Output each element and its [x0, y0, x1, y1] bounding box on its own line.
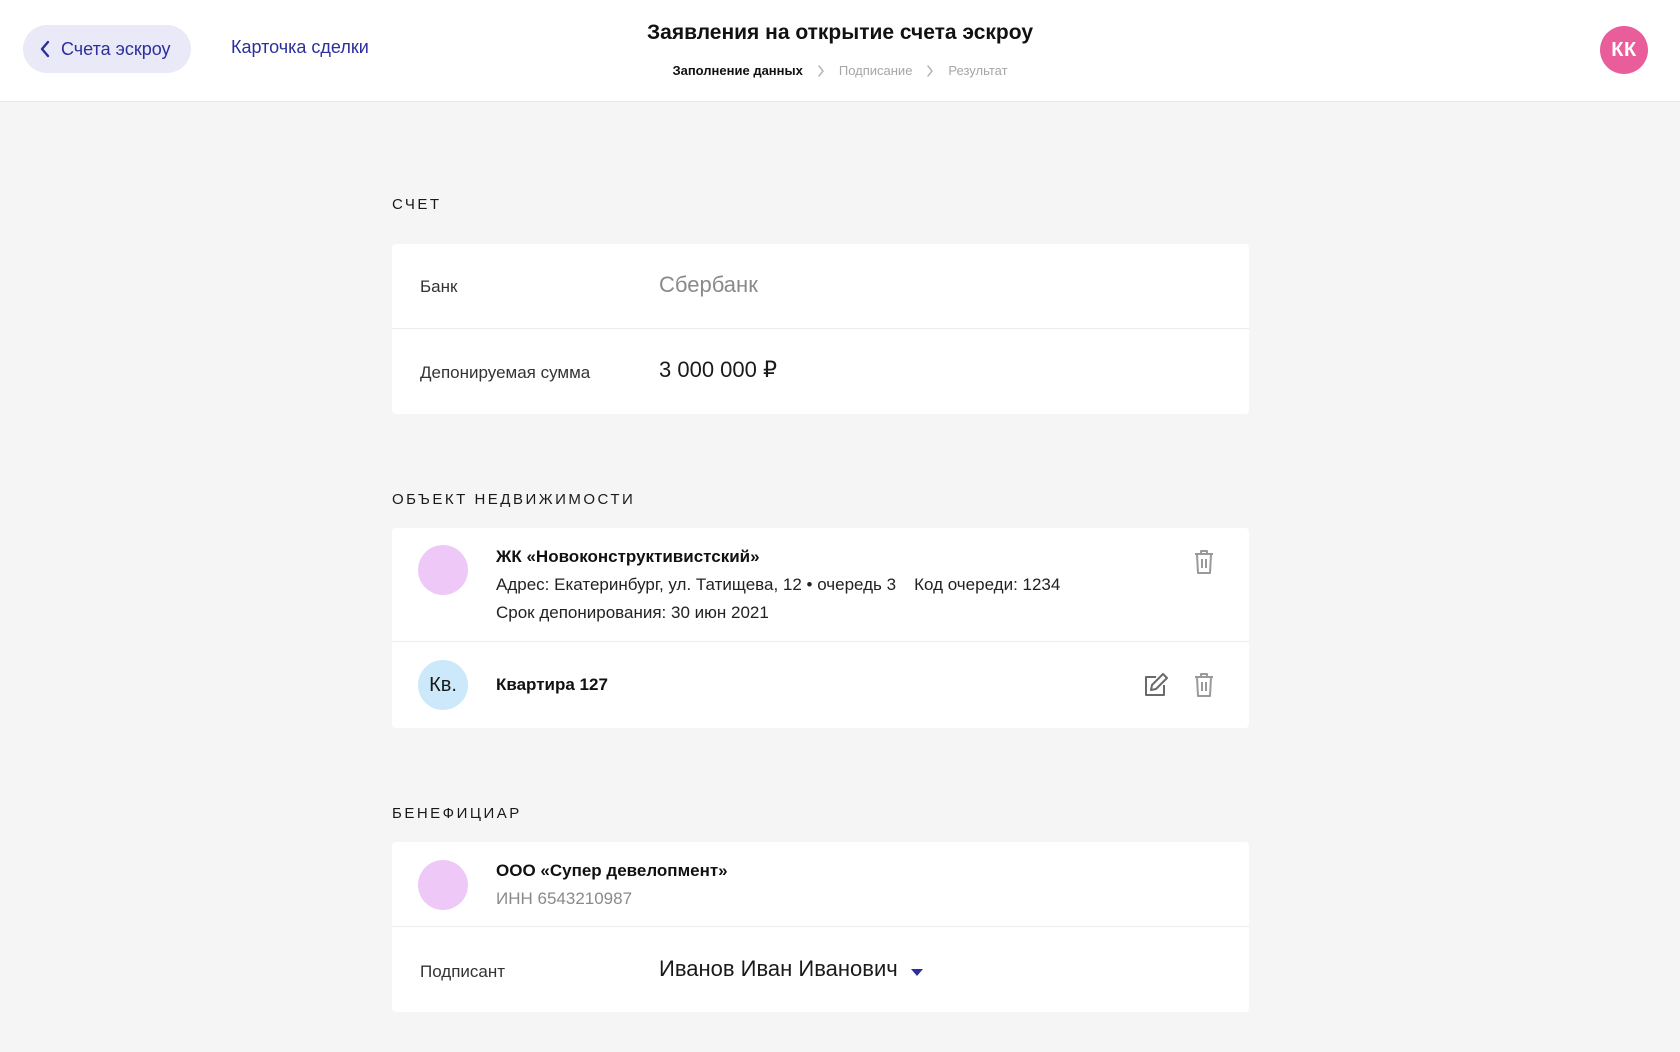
complex-name: ЖК «Новоконструктивистский» — [496, 547, 760, 566]
signer-select[interactable]: Иванов Иван Иванович — [659, 956, 924, 983]
page-title: Заявления на открытие счета эскроу — [646, 21, 1033, 44]
stepper: Заполнение данных Подписание Результат — [0, 63, 1680, 78]
signer-value: Иванов Иван Иванович — [659, 956, 898, 981]
amount-value[interactable]: 3 000 000 ₽ — [659, 357, 777, 383]
complex-avatar — [418, 545, 468, 595]
bank-row: Банк Сбербанк — [392, 244, 1249, 329]
deposit-term: Срок депонирования: 30 июн 2021 — [496, 603, 769, 622]
company-name: ООО «Супер девелопмент» — [496, 861, 728, 880]
apartment-row[interactable]: Кв. Квартира 127 — [392, 642, 1249, 728]
complex-address-line: Адрес: Екатеринбург, ул. Татищева, 12 • … — [496, 575, 1060, 595]
apartment-name: Квартира 127 — [496, 675, 608, 694]
trash-icon[interactable] — [1188, 669, 1220, 701]
edit-icon[interactable] — [1140, 669, 1172, 701]
company-row: ООО «Супер девелопмент» ИНН 6543210987 — [392, 842, 1249, 927]
account-card: Банк Сбербанк Депонируемая сумма 3 000 0… — [392, 244, 1249, 414]
signer-label: Подписант — [420, 962, 506, 981]
chevron-right-icon — [817, 64, 825, 77]
company-avatar — [418, 860, 468, 910]
trash-icon[interactable] — [1188, 546, 1220, 578]
amount-row: Депонируемая сумма 3 000 000 ₽ — [392, 329, 1249, 414]
section-title-account: СЧЕТ — [392, 196, 442, 213]
user-avatar[interactable]: КК — [1600, 26, 1648, 74]
caret-down-icon — [910, 957, 924, 983]
bank-label: Банк — [420, 277, 458, 296]
step-signing: Подписание — [838, 63, 913, 78]
signer-row: Подписант Иванов Иван Иванович — [392, 927, 1249, 1012]
top-header: Счета эскроу Карточка сделки Заявления н… — [0, 0, 1680, 102]
section-title-property: ОБЪЕКТ НЕДВИЖИМОСТИ — [392, 491, 636, 508]
step-fill-data: Заполнение данных — [672, 63, 803, 78]
complex-row: ЖК «Новоконструктивистский» Адрес: Екате… — [392, 528, 1249, 642]
company-inn: ИНН 6543210987 — [496, 889, 633, 908]
apartment-badge: Кв. — [418, 660, 468, 710]
beneficiary-card: ООО «Супер девелопмент» ИНН 6543210987 П… — [392, 842, 1249, 1012]
queue-code: Код очереди: 1234 — [914, 575, 1061, 594]
chevron-right-icon — [926, 64, 934, 77]
bank-value: Сбербанк — [659, 272, 758, 297]
step-result: Результат — [948, 63, 1008, 78]
amount-label: Депонируемая сумма — [420, 363, 591, 382]
property-card: ЖК «Новоконструктивистский» Адрес: Екате… — [392, 528, 1249, 728]
complex-address: Адрес: Екатеринбург, ул. Татищева, 12 • … — [496, 575, 897, 594]
section-title-beneficiary: БЕНЕФИЦИАР — [392, 805, 522, 822]
